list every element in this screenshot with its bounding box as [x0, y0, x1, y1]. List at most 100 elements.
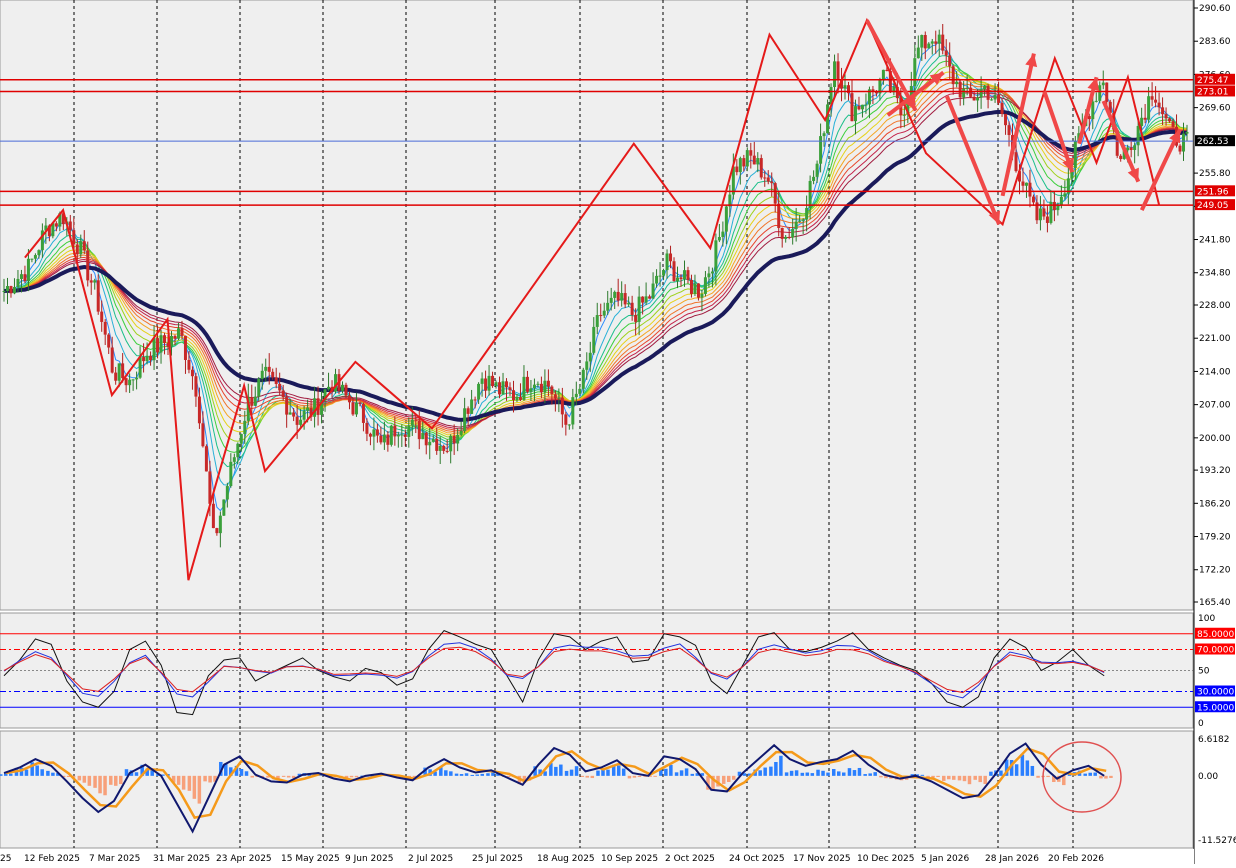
macd-histogram-bar	[0, 774, 3, 776]
candle-body	[536, 383, 540, 385]
macd-histogram-bar	[973, 775, 977, 780]
candle-body	[571, 397, 575, 425]
candle-body	[403, 434, 407, 437]
candle-body	[54, 223, 58, 227]
candle-body	[745, 150, 749, 167]
macd-histogram-bar	[35, 765, 39, 776]
macd-histogram-bar	[1046, 775, 1050, 778]
time-tick-label: 12 Feb 2025	[24, 854, 80, 864]
candle-body	[756, 158, 760, 165]
macd-histogram-bar	[832, 769, 836, 776]
candle-body	[972, 96, 976, 101]
macd-histogram-bar	[1025, 760, 1030, 776]
candle-body	[480, 378, 484, 384]
stochastic-tick-label: 100	[1198, 614, 1215, 624]
candle-body	[417, 420, 421, 440]
macd-histogram-bar	[868, 773, 872, 776]
candle-body	[613, 291, 617, 298]
candle-body	[1129, 147, 1133, 150]
macd-tick-label: 0.00	[1198, 772, 1218, 782]
macd-histogram-bar	[1083, 773, 1087, 776]
macd-histogram-bar	[1093, 772, 1097, 776]
candle-body	[393, 425, 397, 437]
macd-histogram-bar	[857, 767, 862, 776]
candle-body	[787, 236, 791, 238]
candle-body	[609, 297, 613, 303]
candle-body	[1178, 145, 1182, 152]
candle-body	[452, 435, 456, 444]
time-tick-label: 31 Mar 2025	[153, 854, 210, 864]
macd-histogram-bar	[1062, 775, 1066, 786]
candle-body	[1171, 121, 1175, 127]
candle-body	[707, 273, 711, 278]
candle-body	[864, 104, 868, 106]
candle-body	[1168, 118, 1172, 122]
price-tick-label: 241.80	[1199, 236, 1231, 246]
time-tick-label: 9 Jun 2025	[345, 854, 393, 864]
candle-body	[679, 277, 683, 280]
candle-body	[347, 395, 351, 403]
candle-body	[710, 271, 714, 274]
candle-body	[16, 278, 20, 287]
candle-body	[693, 283, 697, 294]
macd-histogram-bar	[606, 769, 610, 776]
candle-body	[644, 296, 648, 303]
candle-body	[815, 163, 819, 177]
candle-body	[703, 277, 707, 294]
candle-body	[665, 253, 669, 271]
candle-body	[494, 382, 498, 387]
candle-body	[389, 425, 393, 445]
price-tick-label: 283.60	[1199, 37, 1231, 47]
time-tick-label: 5 Jan 2026	[921, 854, 969, 864]
macd-histogram-bar	[978, 775, 982, 783]
candle-body	[822, 133, 826, 137]
macd-histogram-bar	[774, 762, 778, 776]
macd-histogram-bar	[449, 771, 453, 776]
candle-body	[798, 220, 802, 222]
candle-body	[662, 270, 666, 276]
candle-body	[1101, 82, 1105, 86]
macd-histogram-bar	[486, 773, 490, 776]
macd-histogram-bar	[134, 772, 139, 776]
macd-histogram-bar	[203, 775, 207, 782]
candle-body	[152, 338, 156, 361]
candle-body	[438, 445, 442, 451]
candle-body	[466, 408, 470, 414]
candle-body	[372, 429, 376, 437]
macd-histogram-bar	[879, 775, 883, 778]
candle-body	[916, 47, 920, 59]
candle-body	[934, 41, 938, 44]
candle-body	[913, 58, 917, 86]
chart-canvas[interactable]: 290.60283.60276.60269.60255.80248.80241.…	[0, 0, 1236, 864]
macd-histogram-bar	[779, 755, 783, 776]
candle-body	[655, 275, 659, 284]
candle-body	[1052, 201, 1056, 211]
candle-body	[990, 99, 994, 101]
candle-body	[187, 359, 191, 370]
candle-body	[794, 221, 798, 230]
candle-body	[410, 419, 414, 426]
candle-body	[801, 219, 805, 221]
macd-histogram-bar	[852, 770, 857, 776]
candle-body	[763, 177, 767, 179]
macd-histogram-bar	[837, 771, 841, 776]
candle-body	[976, 97, 980, 101]
candle-body	[805, 207, 809, 220]
candle-body	[553, 394, 557, 399]
candle-body	[386, 434, 390, 445]
candle-body	[327, 386, 331, 390]
candle-body	[292, 412, 296, 417]
macd-histogram-bar	[1109, 775, 1113, 778]
macd-histogram-bar	[952, 775, 956, 780]
macd-histogram-bar	[616, 765, 621, 776]
macd-histogram-bar	[559, 764, 563, 776]
macd-tick-label: -11.5276	[1198, 836, 1236, 846]
candle-body	[738, 158, 742, 173]
candle-body	[759, 158, 763, 178]
candle-body	[382, 434, 386, 443]
macd-histogram-bar	[250, 775, 254, 778]
candle-body	[424, 432, 428, 446]
candle-body	[33, 255, 37, 259]
candle-body	[23, 274, 27, 282]
candle-body	[1185, 131, 1189, 134]
